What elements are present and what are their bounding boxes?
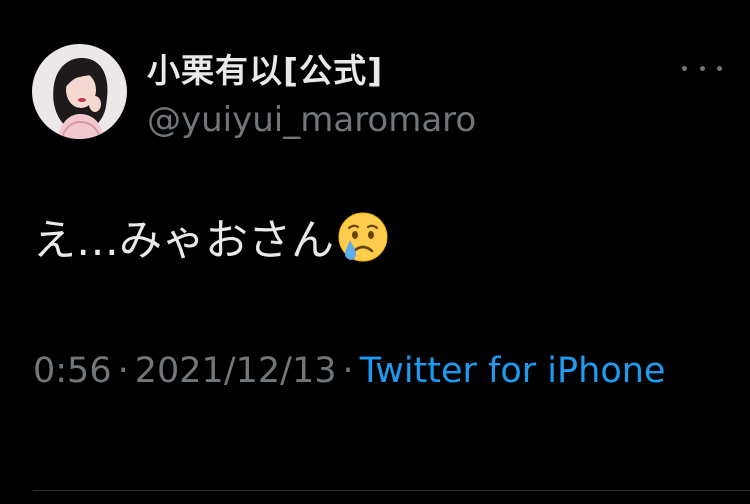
- more-dot-icon: [699, 65, 705, 71]
- user-handle[interactable]: @yuiyui_maromaro: [147, 100, 476, 140]
- meta-separator: ·: [342, 351, 354, 391]
- tweet-time: 0:56: [33, 351, 112, 391]
- crying-face-icon: [336, 210, 390, 264]
- more-dot-icon: [682, 65, 687, 71]
- tweet-source-link[interactable]: Twitter for iPhone: [360, 351, 666, 391]
- tweet-detail: 小栗有以[公式] @yuiyui_maromaro え…みゃおさん 0:56 ·…: [0, 0, 750, 504]
- more-options-button[interactable]: [682, 58, 722, 78]
- more-dot-icon: [717, 65, 722, 71]
- display-name[interactable]: 小栗有以[公式]: [147, 44, 383, 92]
- tweet-text: え…みゃおさん: [33, 206, 390, 268]
- avatar-image: [32, 44, 127, 139]
- tweet-meta: 0:56 · 2021/12/13 · Twitter for iPhone: [33, 334, 723, 409]
- avatar[interactable]: [32, 44, 127, 139]
- tweet-text-content: え…みゃおさん: [33, 216, 334, 266]
- divider: [33, 490, 750, 491]
- tweet-date: 2021/12/13: [134, 351, 337, 391]
- meta-separator: ·: [117, 351, 129, 391]
